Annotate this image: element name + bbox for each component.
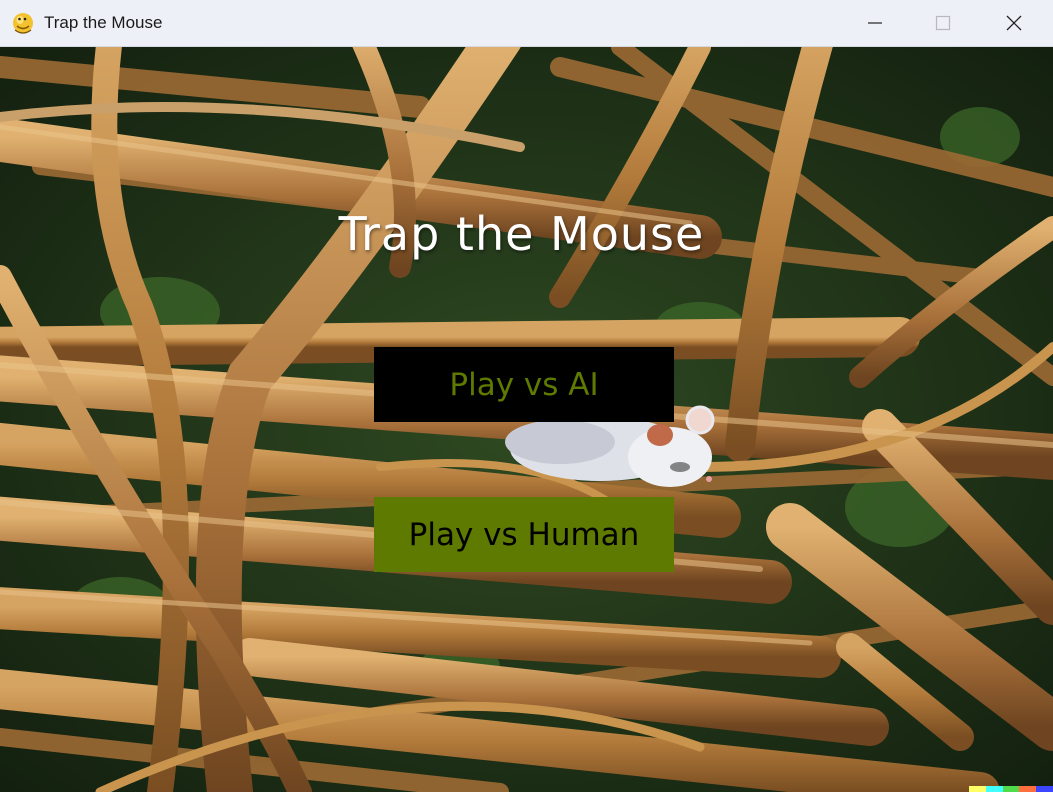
- generated-image-watermark: [969, 786, 1053, 792]
- minimize-button[interactable]: [840, 0, 910, 46]
- watermark-swatch: [985, 786, 1003, 792]
- watermark-swatch: [969, 786, 986, 792]
- game-title: Trap the Mouse: [338, 207, 705, 261]
- close-icon: [1006, 15, 1022, 31]
- play-vs-human-label: Play vs Human: [408, 516, 640, 553]
- title-bar[interactable]: Trap the Mouse: [0, 0, 1053, 47]
- game-window: Trap the Mouse Trap the Mouse Play vs AI…: [0, 0, 1053, 792]
- watermark-swatch: [1036, 786, 1053, 792]
- close-button[interactable]: [979, 0, 1049, 46]
- maximize-button[interactable]: [908, 0, 978, 46]
- maximize-icon: [935, 15, 951, 31]
- game-canvas: Trap the Mouse Play vs AI Play vs Human: [0, 47, 1053, 792]
- window-title: Trap the Mouse: [44, 13, 163, 32]
- watermark-swatch: [1019, 786, 1037, 792]
- play-vs-human-button[interactable]: Play vs Human: [374, 497, 674, 572]
- minimize-icon: [868, 22, 882, 24]
- watermark-swatch: [1002, 786, 1020, 792]
- play-vs-ai-label: Play vs AI: [449, 366, 599, 403]
- play-vs-ai-button[interactable]: Play vs AI: [374, 347, 674, 422]
- python-snake-icon: [13, 13, 33, 34]
